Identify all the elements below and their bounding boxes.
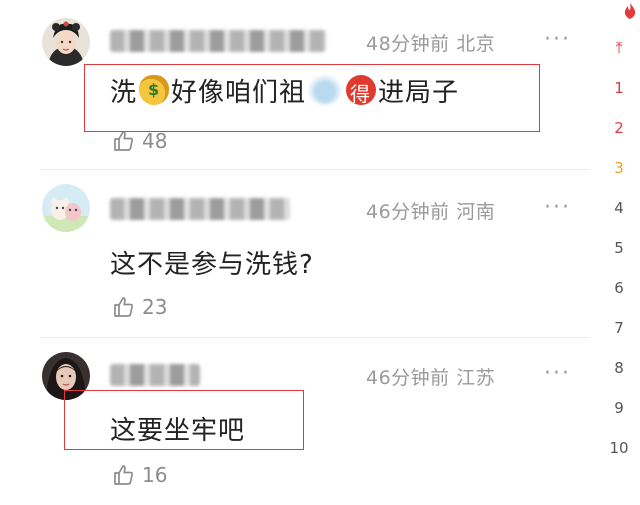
rank-number[interactable]: 4 <box>588 199 640 217</box>
highlight-box <box>84 64 540 132</box>
rank-number[interactable]: 10 <box>588 439 640 457</box>
comment-meta: 46分钟前 江苏 <box>366 367 496 389</box>
username-blurred[interactable] <box>110 364 200 386</box>
comment-text: 这不是参与洗钱? <box>110 250 314 280</box>
comment-meta: 48分钟前 北京 <box>366 33 496 55</box>
thumbs-up-icon <box>114 297 134 317</box>
back-to-top-button[interactable]: ⤒ <box>588 38 640 58</box>
username-blurred[interactable] <box>110 198 290 220</box>
rank-number[interactable]: 3 <box>588 159 640 177</box>
comment-item: 46分钟前 河南 ··· 这不是参与洗钱? 23 <box>0 170 590 338</box>
like-button[interactable]: 23 <box>112 295 167 319</box>
thumbs-up-icon <box>114 131 134 151</box>
rank-number[interactable]: 8 <box>588 359 640 377</box>
rank-number[interactable]: 7 <box>588 319 640 337</box>
rank-number[interactable]: 9 <box>588 399 640 417</box>
like-button[interactable]: 48 <box>112 129 167 153</box>
username-blurred[interactable] <box>110 30 326 52</box>
thumbs-up-icon <box>114 465 134 485</box>
rank-number[interactable]: 5 <box>588 239 640 257</box>
comment-item: 46分钟前 江苏 ··· 这要坐牢吧 16 <box>0 338 590 505</box>
rank-number[interactable]: 2 <box>588 119 640 137</box>
like-button[interactable]: 16 <box>112 463 167 487</box>
comment-list: 48分钟前 北京 ··· 洗好像咱们祖进局子 48 <box>0 0 590 505</box>
rank-number[interactable]: 1 <box>588 79 640 97</box>
rank-sidebar: ⤒ 1 2 3 4 5 6 7 8 9 10 <box>600 0 640 505</box>
flame-icon <box>624 3 636 19</box>
like-count: 48 <box>142 129 168 153</box>
rank-number[interactable]: 6 <box>588 279 640 297</box>
more-options-button[interactable]: ··· <box>544 361 571 386</box>
comment-meta: 46分钟前 河南 <box>366 201 496 223</box>
highlight-box <box>64 390 304 450</box>
avatar[interactable] <box>42 18 90 66</box>
avatar[interactable] <box>42 184 90 232</box>
like-count: 16 <box>142 463 168 487</box>
like-count: 23 <box>142 295 168 319</box>
comment-item: 48分钟前 北京 ··· 洗好像咱们祖进局子 48 <box>0 0 590 170</box>
more-options-button[interactable]: ··· <box>544 195 571 220</box>
more-options-button[interactable]: ··· <box>544 27 571 52</box>
